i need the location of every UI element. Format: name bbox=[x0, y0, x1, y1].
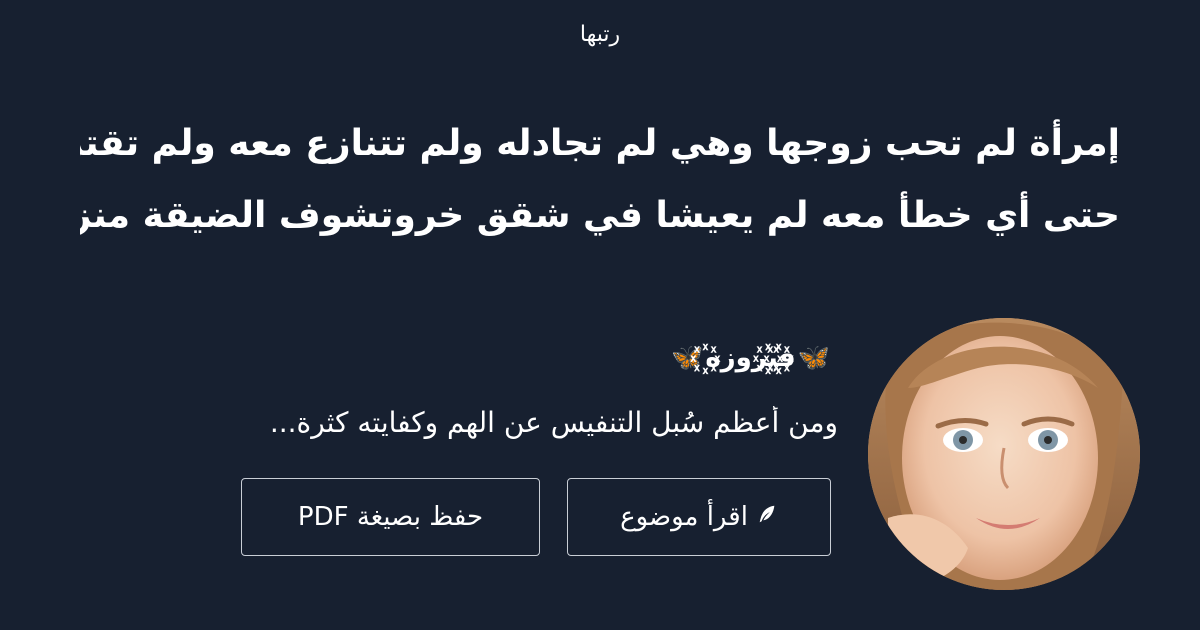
article-title: إمرأة لم تحب زوجها وهي لم تجادله ولم تتن… bbox=[80, 108, 1120, 252]
author-avatar bbox=[868, 318, 1140, 590]
feather-icon bbox=[756, 502, 778, 532]
save-pdf-label: حفظ بصيغة PDF bbox=[297, 502, 484, 532]
article-excerpt: ومن أعظم سُبل التنفيس عن الهم وكفايته كث… bbox=[269, 406, 838, 439]
author-name: ف꙰ي꙰روزه꙰ bbox=[705, 343, 796, 373]
read-topic-button[interactable]: اقرأ موضوع bbox=[567, 478, 831, 556]
butterfly-icon: 🦋 bbox=[670, 343, 704, 373]
butterfly-icon: 🦋 bbox=[797, 343, 830, 373]
author-name-row: 🦋ف꙰ي꙰روزه꙰🦋 bbox=[272, 338, 832, 374]
site-name: رتبها bbox=[579, 22, 621, 47]
article-title-line-2: حتى أي خطأ معه لم يعيشا في شقق خروتشوف ا… bbox=[80, 195, 1120, 236]
read-topic-label: اقرأ موضوع bbox=[620, 502, 748, 532]
article-title-line-1: إمرأة لم تحب زوجها وهي لم تجادله ولم تتن… bbox=[80, 123, 1120, 164]
save-pdf-button[interactable]: حفظ بصيغة PDF bbox=[241, 478, 540, 556]
